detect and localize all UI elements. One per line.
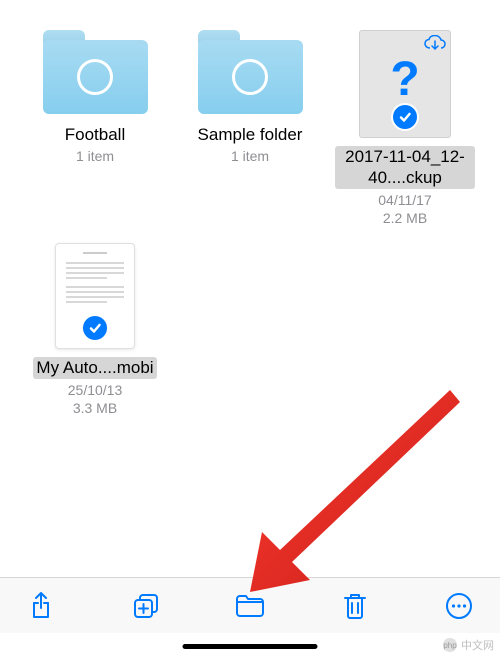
cloud-download-icon <box>424 35 446 51</box>
duplicate-button[interactable] <box>125 585 167 627</box>
selected-check-icon <box>81 314 109 342</box>
more-button[interactable] <box>438 585 480 627</box>
folder-thumbnail <box>198 30 303 114</box>
file-item-backup[interactable]: ? 2017-11-04_12-40....ckup 04/11/17 2.2 … <box>335 30 475 228</box>
move-button[interactable] <box>229 585 271 627</box>
file-grid: Football 1 item Sample folder 1 item ? <box>0 0 500 418</box>
home-indicator[interactable] <box>183 644 318 649</box>
delete-button[interactable] <box>334 585 376 627</box>
document-thumbnail <box>55 243 135 349</box>
watermark: php 中文网 <box>443 637 494 653</box>
folder-item-football[interactable]: Football 1 item <box>25 30 165 228</box>
bottom-toolbar <box>0 577 500 633</box>
share-button[interactable] <box>20 585 62 627</box>
folder-thumbnail <box>43 30 148 114</box>
duplicate-icon <box>132 592 160 620</box>
more-icon <box>445 592 473 620</box>
selection-circle-icon <box>77 59 113 95</box>
selection-circle-icon <box>232 59 268 95</box>
item-meta: 1 item <box>231 147 269 166</box>
item-name: 2017-11-04_12-40....ckup <box>335 146 475 189</box>
question-mark-icon: ? <box>390 52 419 107</box>
item-name: Sample folder <box>198 124 303 145</box>
item-name: Football <box>65 124 125 145</box>
item-size: 3.3 MB <box>73 399 117 418</box>
item-size: 2.2 MB <box>383 209 427 228</box>
item-meta: 1 item <box>76 147 114 166</box>
folder-icon <box>235 594 265 618</box>
item-date: 25/10/13 <box>68 381 123 400</box>
file-thumbnail: ? <box>359 30 451 138</box>
item-name: My Auto....mobi <box>33 357 156 378</box>
watermark-logo-icon: php <box>443 638 457 652</box>
folder-item-sample[interactable]: Sample folder 1 item <box>180 30 320 228</box>
selected-check-icon <box>391 103 419 131</box>
item-date: 04/11/17 <box>378 191 431 210</box>
file-item-mobi[interactable]: My Auto....mobi 25/10/13 3.3 MB <box>25 243 165 418</box>
trash-icon <box>343 592 367 620</box>
share-icon <box>29 591 53 621</box>
